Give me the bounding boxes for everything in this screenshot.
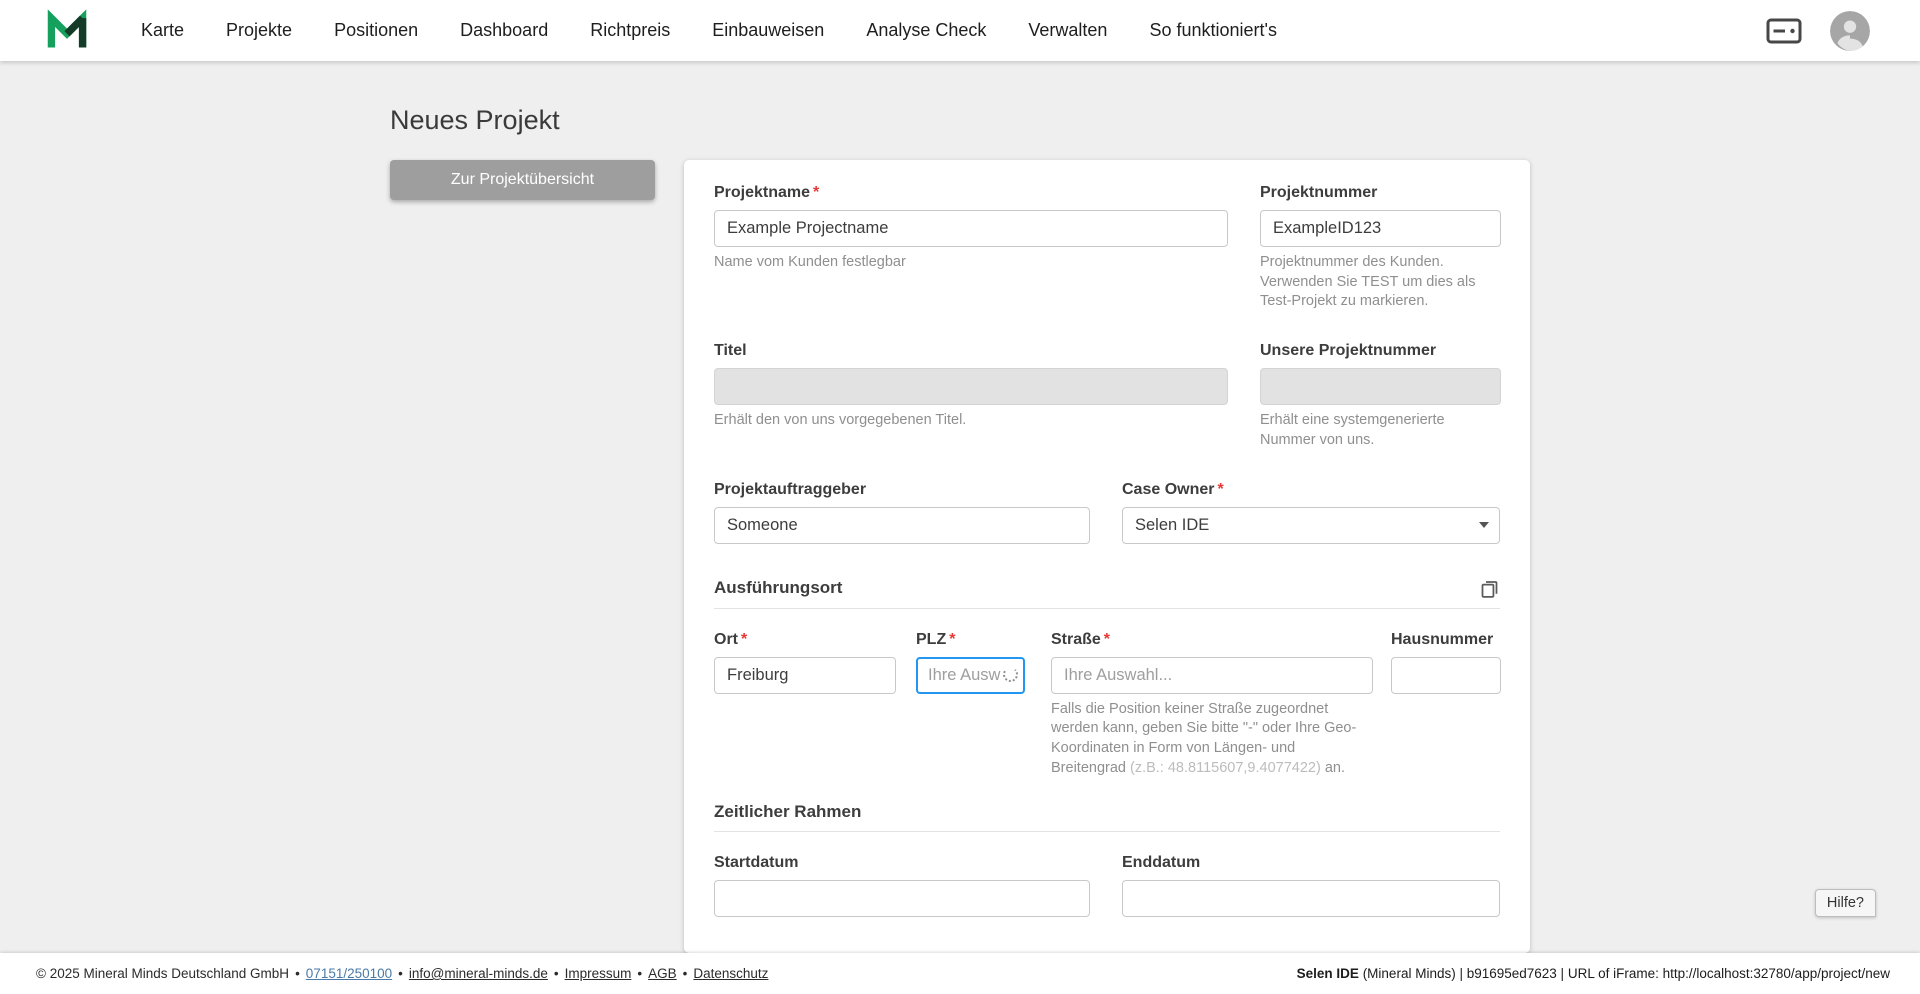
footer-user: Selen IDE <box>1296 966 1359 981</box>
enddatum-field: Enddatum <box>1122 854 1500 918</box>
nav-item-verwalten[interactable]: Verwalten <box>1028 20 1107 41</box>
hausnummer-input[interactable] <box>1391 656 1501 694</box>
nav-item-richtpreis[interactable]: Richtpreis <box>590 20 670 41</box>
plz-field: PLZ * <box>916 631 1025 779</box>
plz-label: PLZ * <box>916 630 956 648</box>
hausnummer-field: Hausnummer <box>1391 631 1501 779</box>
nav-item-dashboard[interactable]: Dashboard <box>460 20 548 41</box>
projektauftraggeber-field: Projektauftraggeber <box>714 481 1090 544</box>
user-avatar[interactable] <box>1830 10 1870 51</box>
case-owner-label: Case Owner * <box>1122 480 1224 498</box>
required-asterisk: * <box>1217 480 1224 498</box>
footer-left: © 2025 Mineral Minds Deutschland GmbH • … <box>36 966 769 981</box>
ort-input[interactable] <box>714 656 896 694</box>
projektnummer-helper: Projektnummer des Kunden. Verwenden Sie … <box>1260 254 1476 310</box>
main-content: Neues Projekt Zur Projektübersicht Proje… <box>0 61 1920 994</box>
titel-field: Titel Erhält den von uns vorgegebenen Ti… <box>714 342 1228 450</box>
nav-item-analyse-check[interactable]: Analyse Check <box>866 20 986 41</box>
unsere-projektnummer-field: Unsere Projektnummer Erhält eine systemg… <box>1260 342 1501 450</box>
hausnummer-label: Hausnummer <box>1391 630 1494 648</box>
projektnummer-field: Projektnummer Projektnummer des Kunden. … <box>1260 184 1501 312</box>
nav-item-einbauweisen[interactable]: Einbauweisen <box>712 20 824 41</box>
footer: © 2025 Mineral Minds Deutschland GmbH • … <box>0 953 1920 994</box>
unsere-projektnummer-helper: Erhält eine systemgenerierte Nummer von … <box>1260 412 1445 448</box>
phone-link[interactable]: 07151/250100 <box>306 966 392 981</box>
projektauftraggeber-label: Projektauftraggeber <box>714 480 867 498</box>
case-owner-field: Case Owner * Selen IDE <box>1122 481 1500 544</box>
titel-input <box>714 368 1228 406</box>
zeitlicher-rahmen-heading: Zeitlicher Rahmen <box>714 802 862 822</box>
nav-item-positionen[interactable]: Positionen <box>334 20 418 41</box>
page-title: Neues Projekt <box>390 105 560 135</box>
server-icon[interactable] <box>1766 18 1802 44</box>
zeitlicher-rahmen-section-header: Zeitlicher Rahmen <box>714 802 1500 822</box>
section-divider <box>714 831 1500 833</box>
nav-item-projekte[interactable]: Projekte <box>226 20 292 41</box>
strasse-helper: Falls die Position keiner Straße zugeord… <box>1051 700 1357 776</box>
navbar-right <box>1766 10 1870 51</box>
strasse-input[interactable] <box>1051 656 1373 694</box>
startdatum-input[interactable] <box>714 880 1090 918</box>
ausfuehrungsort-section-header: Ausführungsort <box>714 578 1500 599</box>
startdatum-field: Startdatum <box>714 854 1090 918</box>
mineral-minds-logo[interactable] <box>45 8 89 53</box>
copyright-text: © 2025 Mineral Minds Deutschland GmbH <box>36 966 290 981</box>
projektauftraggeber-input[interactable] <box>714 506 1090 544</box>
enddatum-input[interactable] <box>1122 880 1500 918</box>
chevron-down-icon <box>1479 522 1489 529</box>
loading-spinner-icon <box>1003 667 1018 683</box>
unsere-projektnummer-label: Unsere Projektnummer <box>1260 342 1437 360</box>
ort-label: Ort * <box>714 630 748 648</box>
titel-helper: Erhält den von uns vorgegebenen Titel. <box>714 412 967 429</box>
impressum-link[interactable]: Impressum <box>565 966 632 981</box>
copy-icon[interactable] <box>1479 578 1500 599</box>
back-to-projects-button[interactable]: Zur Projektübersicht <box>390 160 655 200</box>
ausfuehrungsort-heading: Ausführungsort <box>714 578 843 598</box>
logo-m-icon <box>47 8 87 47</box>
strasse-field: Straße* Falls die Position keiner Straße… <box>1051 631 1373 779</box>
case-owner-select[interactable]: Selen IDE <box>1122 506 1500 544</box>
required-asterisk: * <box>1103 630 1111 648</box>
projektname-helper: Name vom Kunden festlegbar <box>714 254 906 270</box>
section-divider <box>714 607 1500 609</box>
strasse-label: Straße * <box>1051 630 1111 648</box>
enddatum-label: Enddatum <box>1122 854 1201 872</box>
unsere-projektnummer-input <box>1260 368 1501 406</box>
projektnummer-input[interactable] <box>1260 210 1501 247</box>
titel-label: Titel <box>714 342 747 360</box>
nav-items: Karte Projekte Positionen Dashboard Rich… <box>141 20 1277 41</box>
top-navbar: Karte Projekte Positionen Dashboard Rich… <box>0 0 1920 61</box>
help-button[interactable]: Hilfe? <box>1814 889 1876 917</box>
required-asterisk: * <box>813 184 820 201</box>
required-asterisk: * <box>949 630 956 648</box>
footer-meta: (Mineral Minds) | b91695ed7623 | URL of … <box>1358 966 1890 981</box>
projektname-input[interactable] <box>714 210 1228 247</box>
case-owner-value: Selen IDE <box>1135 515 1210 534</box>
projektname-label: Projektname * <box>714 184 820 201</box>
agb-link[interactable]: AGB <box>648 966 677 981</box>
startdatum-label: Startdatum <box>714 854 799 872</box>
projektname-field: Projektname* Name vom Kunden festlegbar <box>714 184 1228 312</box>
nav-item-karte[interactable]: Karte <box>141 20 184 41</box>
required-asterisk: * <box>741 630 748 648</box>
email-link[interactable]: info@mineral-minds.de <box>409 966 548 981</box>
left-column: Zur Projektübersicht <box>390 160 655 200</box>
project-form-card: Projektname* Name vom Kunden festlegbar … <box>684 160 1530 954</box>
footer-session-info: Selen IDE (Mineral Minds) | b91695ed7623… <box>1297 966 1890 981</box>
ort-field: Ort * <box>714 631 896 779</box>
nav-item-so-funktionierts[interactable]: So funktioniert's <box>1149 20 1277 41</box>
projektnummer-label: Projektnummer <box>1260 184 1378 201</box>
person-icon <box>1830 10 1870 51</box>
form-column: Projektname* Name vom Kunden festlegbar … <box>684 160 1530 994</box>
datenschutz-link[interactable]: Datenschutz <box>693 966 768 981</box>
